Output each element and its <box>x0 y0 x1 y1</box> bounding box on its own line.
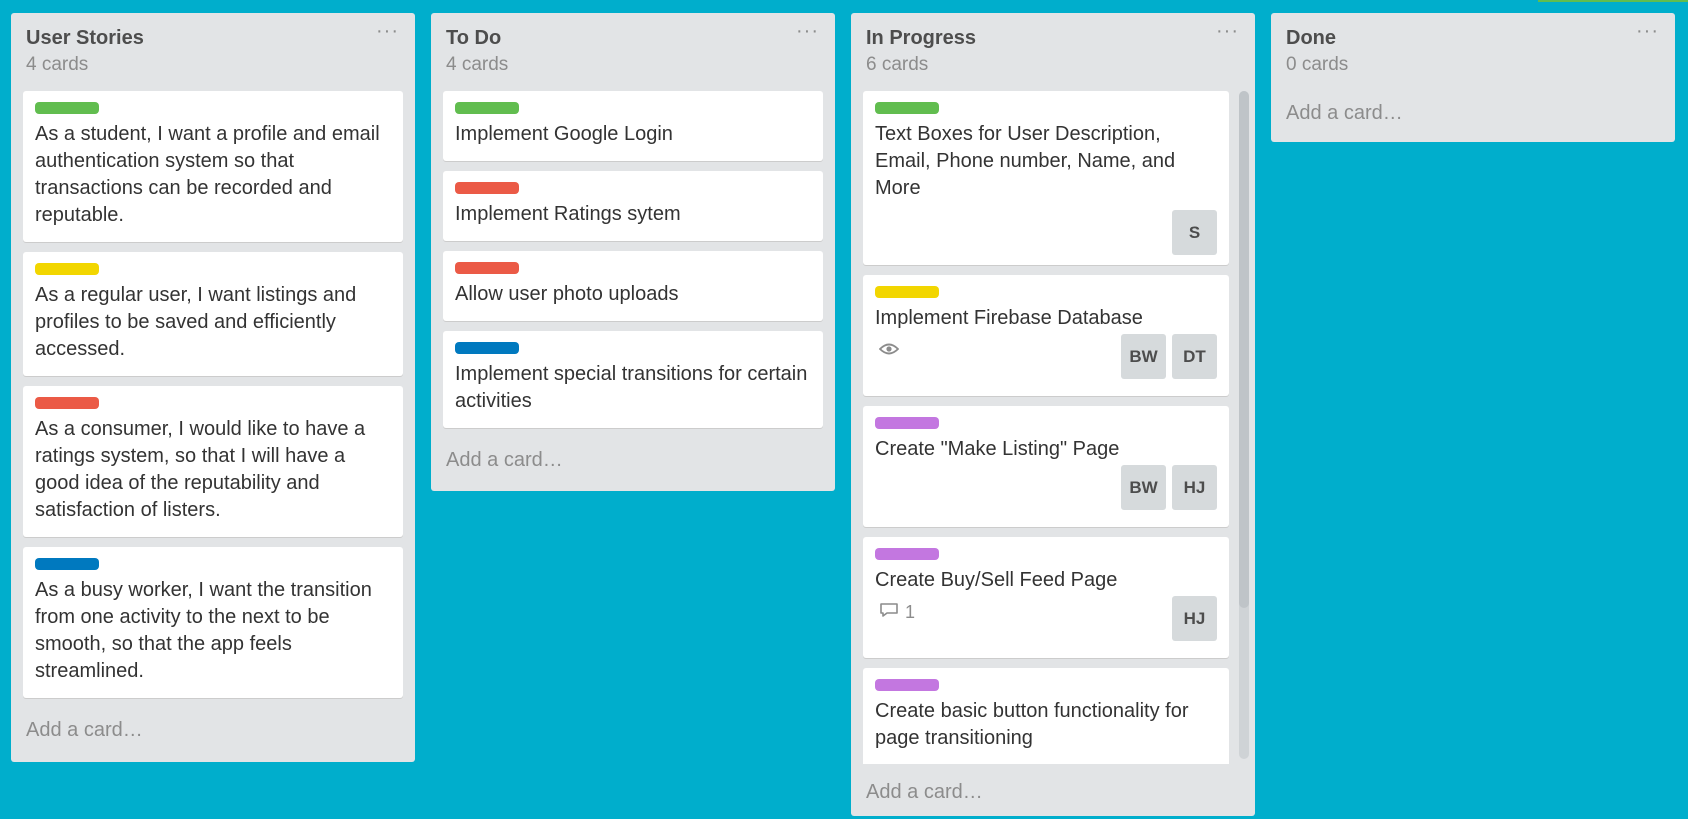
card[interactable]: Implement Firebase Database BW DT <box>863 275 1229 396</box>
card-label <box>875 102 939 114</box>
list-header: In Progress 6 cards ··· <box>851 13 1255 91</box>
list-title[interactable]: User Stories <box>26 26 400 50</box>
card-label <box>455 102 519 114</box>
card-label <box>35 102 99 114</box>
add-card-button[interactable]: Add a card… <box>1271 91 1675 139</box>
card-label <box>35 397 99 409</box>
card[interactable]: Implement Google Login <box>443 91 823 161</box>
card-title: As a consumer, I would like to have a ra… <box>35 418 366 521</box>
card-members: BW DT <box>1121 334 1217 379</box>
card-title: Create "Make Listing" Page <box>875 438 1120 460</box>
top-accent-bar <box>1538 0 1688 2</box>
card-list: Text Boxes for User Description, Email, … <box>851 91 1255 764</box>
list-scrollbar[interactable] <box>1239 91 1249 759</box>
list-title[interactable]: To Do <box>446 26 820 50</box>
avatar[interactable]: BW <box>1121 334 1166 379</box>
list-card-count: 4 cards <box>26 54 89 75</box>
card-footer: BW HJ <box>875 465 1217 510</box>
card-members: BW HJ <box>1121 465 1217 510</box>
card[interactable]: Allow user photo uploads <box>443 251 823 321</box>
avatar[interactable]: BW <box>1121 465 1166 510</box>
list-to-do: To Do 4 cards ··· Implement Google Login… <box>431 13 835 491</box>
card[interactable]: Implement Ratings sytem <box>443 171 823 241</box>
list-header: To Do 4 cards ··· <box>431 13 835 91</box>
card-title: Create basic button functionality for pa… <box>875 700 1189 749</box>
list-title[interactable]: Done <box>1286 26 1660 50</box>
card-title: As a regular user, I want listings and p… <box>35 284 357 360</box>
card-list: As a student, I want a profile and email… <box>11 91 415 698</box>
card[interactable]: Implement special transitions for certai… <box>443 331 823 428</box>
list-menu-icon[interactable]: ··· <box>376 21 399 41</box>
card[interactable]: Text Boxes for User Description, Email, … <box>863 91 1229 265</box>
card-title: Allow user photo uploads <box>455 283 679 305</box>
card[interactable]: As a regular user, I want listings and p… <box>23 252 403 376</box>
card-label <box>35 558 99 570</box>
card-footer: S <box>875 210 1217 255</box>
avatar[interactable]: HJ <box>1172 596 1217 641</box>
card-badges: 1 <box>875 602 915 641</box>
avatar[interactable]: HJ <box>1172 465 1217 510</box>
list-in-progress: In Progress 6 cards ··· Text Boxes for U… <box>851 13 1255 816</box>
card[interactable]: Create Buy/Sell Feed Page 1 HJ <box>863 537 1229 658</box>
list-menu-icon[interactable]: ··· <box>796 21 819 41</box>
list-user-stories: User Stories 4 cards ··· As a student, I… <box>11 13 415 762</box>
add-card-button[interactable]: Add a card… <box>11 708 415 756</box>
card-members: HJ <box>1172 596 1217 641</box>
card-list: Implement Google Login Implement Ratings… <box>431 91 835 428</box>
card[interactable]: As a consumer, I would like to have a ra… <box>23 386 403 537</box>
card-title: Implement special transitions for certai… <box>455 363 808 412</box>
list-card-count: 0 cards <box>1286 54 1349 75</box>
card-label <box>35 263 99 275</box>
scrollbar-thumb[interactable] <box>1239 91 1249 608</box>
card[interactable]: Create basic button functionality for pa… <box>863 668 1229 764</box>
card-footer: 1 HJ <box>875 596 1217 641</box>
card[interactable]: Create "Make Listing" Page BW HJ <box>863 406 1229 527</box>
card-title: Implement Ratings sytem <box>455 203 681 225</box>
card-title: Implement Google Login <box>455 123 673 145</box>
card-title: As a student, I want a profile and email… <box>35 123 380 226</box>
card-members: S <box>1172 210 1217 255</box>
card-label <box>455 342 519 354</box>
card[interactable]: As a student, I want a profile and email… <box>23 91 403 242</box>
comment-icon <box>879 602 899 623</box>
comment-count: 1 <box>905 602 916 622</box>
card-title: As a busy worker, I want the transition … <box>35 579 372 682</box>
list-header: User Stories 4 cards ··· <box>11 13 415 91</box>
add-card-button[interactable]: Add a card… <box>431 438 835 486</box>
watch-eye-icon <box>878 340 900 361</box>
card-label <box>875 679 939 691</box>
card-footer: BW DT <box>875 334 1217 379</box>
list-menu-icon[interactable]: ··· <box>1216 21 1239 41</box>
card-title: Create Buy/Sell Feed Page <box>875 569 1118 591</box>
list-header: Done 0 cards ··· <box>1271 13 1675 91</box>
card-label <box>875 548 939 560</box>
avatar[interactable]: DT <box>1172 334 1217 379</box>
card-title: Text Boxes for User Description, Email, … <box>875 123 1176 199</box>
list-done: Done 0 cards ··· Add a card… <box>1271 13 1675 142</box>
card-title: Implement Firebase Database <box>875 307 1143 329</box>
list-menu-icon[interactable]: ··· <box>1636 21 1659 41</box>
avatar[interactable]: S <box>1172 210 1217 255</box>
list-title[interactable]: In Progress <box>866 26 1240 50</box>
add-card-button[interactable]: Add a card… <box>851 764 1255 816</box>
card-badges <box>875 340 900 379</box>
list-card-count: 6 cards <box>866 54 929 75</box>
card-label <box>875 286 939 298</box>
card-label <box>455 262 519 274</box>
card-label <box>455 182 519 194</box>
card[interactable]: As a busy worker, I want the transition … <box>23 547 403 698</box>
list-card-count: 4 cards <box>446 54 509 75</box>
card-label <box>875 417 939 429</box>
